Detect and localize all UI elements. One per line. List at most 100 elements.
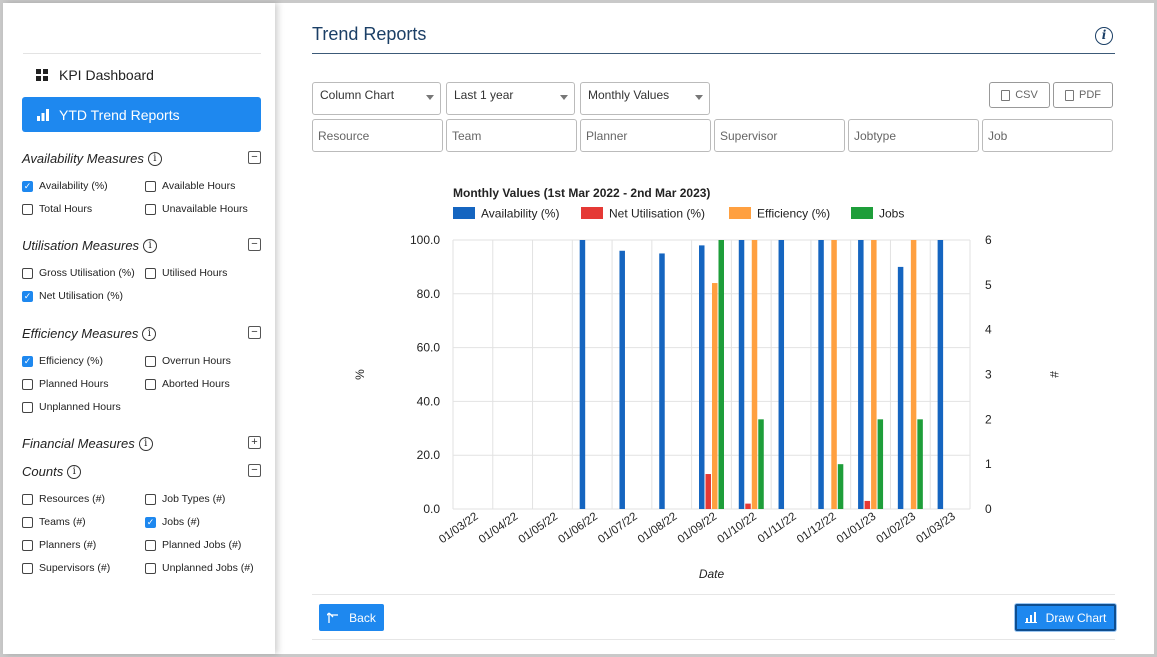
planner-filter-input[interactable] (580, 119, 711, 152)
checkbox-available-hours[interactable]: Available Hours (145, 180, 235, 192)
job-filter-input[interactable] (982, 119, 1113, 152)
checkbox-label: Planned Hours (39, 378, 109, 390)
y-tick-label: 40.0 (417, 394, 441, 408)
resource-filter-input[interactable] (312, 119, 443, 152)
legend-swatch (581, 207, 603, 219)
values-select[interactable]: Monthly Values (580, 82, 710, 115)
legend-label: Net Utilisation (%) (609, 207, 705, 221)
bar-availability (699, 245, 705, 509)
checkbox-checked-icon[interactable]: ✓ (22, 290, 33, 302)
period-value: Last 1 year (454, 88, 514, 102)
y-tick-label: 60.0 (417, 341, 441, 355)
checkbox-unchecked-icon[interactable] (145, 355, 156, 367)
checkbox-unchecked-icon[interactable] (145, 203, 156, 215)
checkbox-jobs[interactable]: ✓ Jobs (#) (145, 516, 200, 528)
utilisation-measures-title[interactable]: Utilisation Measures i (22, 238, 158, 253)
utilisation-collapse-toggle[interactable]: − (248, 238, 261, 251)
x-tick-label: 01/03/23 (914, 511, 958, 547)
checkbox-unchecked-icon[interactable] (22, 539, 33, 551)
checkbox-label: Planned Jobs (#) (162, 539, 242, 551)
info-icon[interactable]: i (147, 151, 162, 166)
team-filter-input[interactable] (446, 119, 577, 152)
x-tick-label: 01/09/22 (676, 511, 720, 547)
checkbox-planned-jobs[interactable]: Planned Jobs (#) (145, 539, 241, 551)
counts-title[interactable]: Counts i (22, 464, 82, 479)
checkbox-aborted-hours[interactable]: Aborted Hours (145, 378, 230, 390)
info-icon[interactable]: i (138, 436, 153, 451)
info-icon[interactable]: i (143, 238, 158, 253)
values-value: Monthly Values (588, 88, 670, 102)
pdf-export-button[interactable]: PDF (1053, 82, 1113, 108)
bar-availability (818, 240, 824, 509)
x-tick-label: 01/11/22 (756, 511, 799, 546)
checkbox-planned-hours[interactable]: Planned Hours (22, 378, 108, 390)
chart-type-select[interactable]: Column Chart (312, 82, 441, 115)
checkbox-total-hours[interactable]: Total Hours (22, 203, 92, 215)
bar-efficiency (910, 240, 917, 509)
info-icon[interactable]: i (142, 326, 157, 341)
nav-ytd-trend-reports[interactable]: YTD Trend Reports (22, 97, 261, 132)
y2-tick-label: 5 (985, 278, 992, 292)
checkbox-unchecked-icon[interactable] (145, 180, 156, 192)
checkbox-checked-icon[interactable]: ✓ (22, 355, 33, 367)
checkbox-checked-icon[interactable]: ✓ (22, 180, 33, 192)
checkbox-unchecked-icon[interactable] (145, 562, 156, 574)
checkbox-teams[interactable]: Teams (#) (22, 516, 86, 528)
checkbox-net-utilisation[interactable]: ✓ Net Utilisation (%) (22, 290, 123, 302)
nav-kpi-dashboard-label: KPI Dashboard (59, 66, 154, 83)
help-info-icon[interactable]: i (1095, 27, 1113, 45)
checkbox-label: Gross Utilisation (%) (39, 267, 135, 279)
checkbox-unchecked-icon[interactable] (22, 378, 33, 390)
checkbox-availability-pct[interactable]: ✓ Availability (%) (22, 180, 108, 192)
checkbox-utilised-hours[interactable]: Utilised Hours (145, 267, 227, 279)
efficiency-collapse-toggle[interactable]: − (248, 326, 261, 339)
bar-efficiency (831, 240, 837, 509)
checkbox-job-types[interactable]: Job Types (#) (145, 493, 225, 505)
x-tick-label: 01/06/22 (556, 511, 600, 547)
efficiency-measures-title[interactable]: Efficiency Measures i (22, 326, 157, 341)
jobtype-filter-input[interactable] (848, 119, 979, 152)
draw-chart-button-label: Draw Chart (1045, 610, 1107, 625)
x-tick-label: 01/02/23 (875, 511, 919, 547)
counts-collapse-toggle[interactable]: − (248, 464, 261, 477)
back-button[interactable]: Back (319, 604, 384, 631)
checkbox-unavailable-hours[interactable]: Unavailable Hours (145, 203, 248, 215)
draw-chart-button[interactable]: Draw Chart (1015, 604, 1116, 631)
bar-jobs (718, 240, 724, 509)
csv-export-button[interactable]: CSV (989, 82, 1050, 108)
checkbox-unchecked-icon[interactable] (22, 562, 33, 574)
bar-jobs (877, 419, 884, 509)
document-icon (1001, 89, 1011, 101)
checkbox-unchecked-icon[interactable] (22, 516, 33, 528)
checkbox-planners[interactable]: Planners (#) (22, 539, 96, 551)
info-icon[interactable]: i (67, 464, 82, 479)
checkbox-unchecked-icon[interactable] (145, 267, 156, 279)
financial-measures-title[interactable]: Financial Measures i (22, 436, 153, 451)
period-select[interactable]: Last 1 year (446, 82, 575, 115)
checkbox-resources[interactable]: Resources (#) (22, 493, 105, 505)
checkbox-unplanned-hours[interactable]: Unplanned Hours (22, 401, 121, 413)
financial-expand-toggle[interactable]: + (248, 436, 261, 449)
bar-availability (858, 240, 864, 509)
checkbox-unchecked-icon[interactable] (22, 493, 33, 505)
nav-kpi-dashboard[interactable]: KPI Dashboard (22, 57, 261, 92)
checkbox-unchecked-icon[interactable] (145, 539, 156, 551)
checkbox-checked-icon[interactable]: ✓ (145, 516, 156, 528)
checkbox-gross-utilisation[interactable]: Gross Utilisation (%) (22, 267, 135, 279)
checkbox-unchecked-icon[interactable] (22, 203, 33, 215)
supervisor-filter-input[interactable] (714, 119, 845, 152)
checkbox-unchecked-icon[interactable] (145, 378, 156, 390)
checkbox-unplanned-jobs[interactable]: Unplanned Jobs (#) (145, 562, 254, 574)
checkbox-unchecked-icon[interactable] (22, 401, 33, 413)
checkbox-unchecked-icon[interactable] (145, 493, 156, 505)
availability-measures-title[interactable]: Availability Measures i (22, 151, 162, 166)
checkbox-overrun-hours[interactable]: Overrun Hours (145, 355, 231, 367)
y2-tick-label: 6 (985, 233, 992, 247)
checkbox-supervisors[interactable]: Supervisors (#) (22, 562, 110, 574)
bar-availability (738, 240, 745, 509)
checkbox-unchecked-icon[interactable] (22, 267, 33, 279)
checkbox-efficiency-pct[interactable]: ✓ Efficiency (%) (22, 355, 103, 367)
checkbox-label: Unplanned Hours (39, 401, 121, 413)
availability-measures-label: Availability Measures (22, 151, 144, 166)
availability-collapse-toggle[interactable]: − (248, 151, 261, 164)
